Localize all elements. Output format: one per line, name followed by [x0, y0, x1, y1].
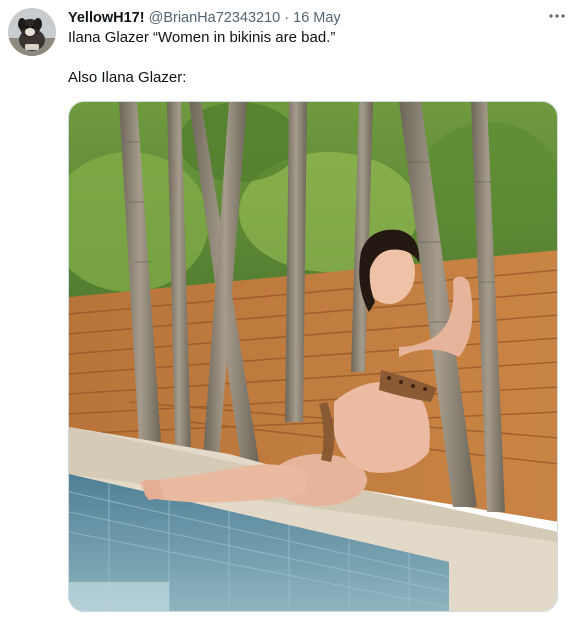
separator-dot: · — [284, 10, 290, 26]
tweet-header: YellowH17! @BrianHa72343210 · 16 May — [68, 9, 547, 27]
more-horizontal-icon — [549, 14, 565, 18]
avatar[interactable] — [8, 8, 56, 56]
author-name[interactable]: YellowH17! — [68, 10, 145, 26]
photo-image — [69, 102, 557, 611]
tweet-photo[interactable] — [68, 101, 558, 612]
dog-avatar-icon — [8, 8, 56, 56]
tweet-text-line: Also Ilana Glazer: — [68, 69, 187, 86]
more-options-button[interactable] — [547, 6, 567, 26]
tweet: YellowH17! @BrianHa72343210 · 16 May Ila… — [0, 0, 577, 620]
tweet-date[interactable]: 16 May — [293, 10, 341, 26]
tweet-text: Ilana Glazer “Women in bikinis are bad.”… — [68, 28, 557, 88]
author-handle[interactable]: @BrianHa72343210 — [149, 10, 281, 26]
tweet-text-line: Ilana Glazer “Women in bikinis are bad.” — [68, 29, 336, 46]
